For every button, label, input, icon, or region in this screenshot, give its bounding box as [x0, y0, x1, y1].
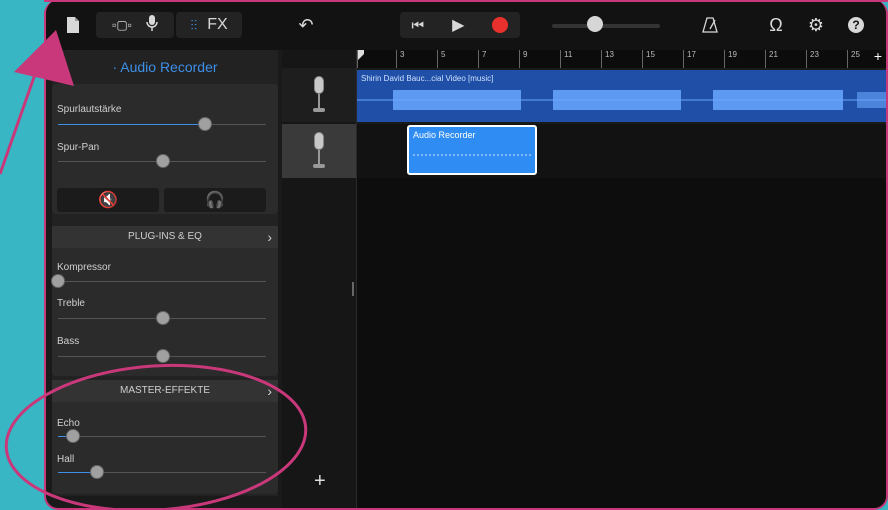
ruler-label: 3 [400, 50, 405, 59]
track-lane-1[interactable]: Shirin David Bauc...cial Video [music] [357, 70, 886, 122]
bass-label: Bass [57, 336, 80, 347]
skip-back-icon[interactable]: ⏮ [412, 17, 425, 34]
plugins-eq-card: PLUG-INS & EQ › Kompressor Treble Bass [51, 226, 278, 376]
compressor-slider[interactable] [58, 281, 266, 282]
hall-knob[interactable] [90, 465, 104, 479]
plugins-eq-title: PLUG-INS & EQ [128, 231, 202, 242]
add-section-button[interactable]: + [874, 48, 882, 64]
record-icon[interactable] [492, 17, 509, 33]
toolbar: ▫▢▫ ⫶⫶ FX ↶ ⏮ ▶ Ω ⚙ ? [46, 0, 886, 50]
play-icon[interactable]: ▶ [452, 15, 464, 35]
ruler-label: 9 [523, 50, 528, 59]
ruler-label: 25 [851, 50, 860, 59]
track-volume-label: Spurlautstärke [57, 104, 122, 115]
fx-button[interactable]: FX [207, 16, 227, 34]
headphones-icon: 🎧 [205, 192, 225, 209]
ruler-label: 5 [441, 50, 446, 59]
master-effects-card: MASTER-EFFEKTE › Echo Hall [52, 380, 278, 494]
bass-knob[interactable] [156, 349, 170, 363]
browser-icon[interactable]: ▫▢▫ [112, 18, 132, 32]
track-volume-knob[interactable] [198, 117, 212, 131]
chevron-right-icon: › [267, 229, 272, 245]
ruler-label: 21 [769, 50, 778, 59]
mixer-icon[interactable]: ⫶⫶ [190, 17, 197, 34]
echo-slider[interactable] [58, 436, 266, 437]
settings-icon[interactable]: ⚙ [806, 12, 826, 38]
document-icon[interactable] [64, 12, 82, 38]
ruler-label: 17 [687, 50, 696, 59]
track-pan-knob[interactable] [156, 154, 170, 168]
compressor-label: Kompressor [57, 262, 111, 273]
solo-button[interactable]: 🎧 [164, 188, 266, 212]
resize-handle[interactable] [352, 282, 354, 296]
track-settings-card: Spurlautstärke Spur-Pan 🔇 🎧 [52, 84, 278, 214]
track-pan-label: Spur-Pan [57, 142, 100, 153]
undo-icon[interactable]: ↶ [296, 12, 316, 38]
track-headers [282, 50, 356, 508]
microphone-icon [311, 76, 327, 114]
treble-label: Treble [57, 298, 85, 309]
waveform [357, 90, 886, 110]
master-effects-title: MASTER-EFFEKTE [119, 385, 210, 396]
track-header-1[interactable] [282, 68, 356, 122]
audio-region[interactable]: Audio Recorder [407, 125, 537, 175]
master-volume-knob[interactable] [587, 16, 603, 32]
ruler-label: 23 [810, 50, 819, 59]
mic-icon[interactable] [146, 14, 158, 37]
ruler-label: 13 [605, 50, 614, 59]
mute-button[interactable]: 🔇 [57, 188, 159, 212]
mixer-fx-group: ⫶⫶ FX [176, 12, 242, 38]
echo-label: Echo [57, 418, 80, 429]
master-volume-track[interactable] [552, 24, 660, 28]
transport-group: ⏮ ▶ [400, 12, 520, 38]
ruler-label: 11 [564, 50, 573, 59]
ipad-screen: ▫▢▫ ⫶⫶ FX ↶ ⏮ ▶ Ω ⚙ ? · Audio Recorder S… [44, 0, 888, 510]
master-effects-header[interactable]: MASTER-EFFEKTE › [52, 380, 278, 402]
ruler-label: 7 [482, 50, 487, 59]
track-controls-panel: · Audio Recorder Spurlautstärke Spur-Pan… [51, 50, 278, 496]
waveform [413, 154, 531, 156]
help-button[interactable]: ? [846, 12, 866, 38]
annotation-border [44, 0, 888, 2]
chevron-right-icon: › [267, 383, 272, 399]
track-volume-slider[interactable] [58, 124, 266, 125]
hall-label: Hall [57, 454, 75, 465]
browser-and-mic-group: ▫▢▫ [96, 12, 174, 38]
annotation-arrow-line [0, 59, 42, 175]
treble-knob[interactable] [156, 311, 170, 325]
track-header-2[interactable] [282, 124, 356, 178]
plugins-eq-header[interactable]: PLUG-INS & EQ › [52, 226, 278, 248]
help-icon: ? [848, 17, 864, 33]
metronome-icon[interactable] [700, 12, 720, 38]
ruler-label: 19 [728, 50, 737, 59]
panel-title: · Audio Recorder [112, 59, 218, 75]
echo-knob[interactable] [66, 429, 80, 443]
microphone-icon [311, 132, 327, 170]
add-track-button[interactable]: + [314, 470, 326, 493]
timeline-ruler[interactable]: 3 5 7 9 11 13 15 17 19 21 23 25 + [357, 48, 886, 68]
empty-workspace[interactable] [357, 178, 886, 508]
ruler-label: 15 [646, 50, 655, 59]
loop-icon[interactable]: Ω [766, 12, 786, 38]
mute-icon: 🔇 [98, 192, 118, 209]
compressor-knob[interactable] [51, 274, 65, 288]
